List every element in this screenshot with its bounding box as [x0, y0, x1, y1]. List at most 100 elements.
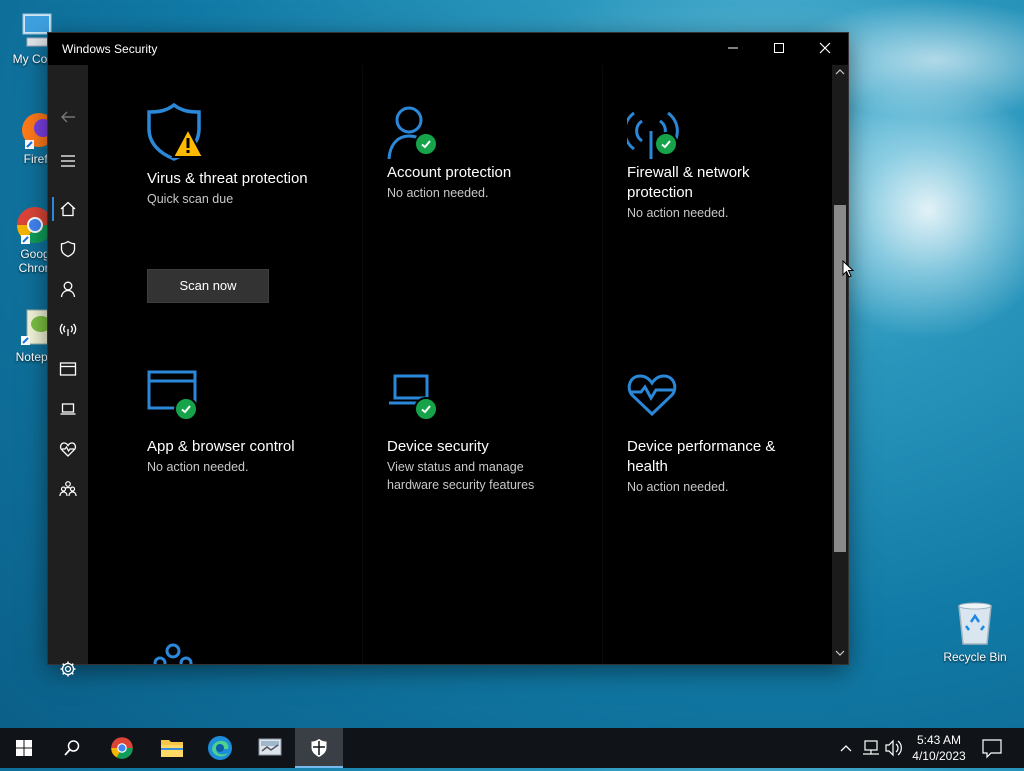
gear-icon: [60, 661, 76, 677]
maximize-button[interactable]: [756, 33, 802, 65]
start-button[interactable]: [0, 728, 48, 768]
mouse-cursor-icon: [842, 260, 854, 278]
card-account-protection[interactable]: Account protection No action needed.: [387, 103, 617, 202]
card-title: Virus & threat protection: [147, 170, 308, 187]
notification-icon: [982, 739, 1002, 759]
virus-threat-shield-icon: [147, 102, 207, 163]
nav-item-virus-threat-protection[interactable]: [48, 229, 88, 269]
recycle-bin-icon: [953, 600, 997, 646]
account-person-icon: [387, 103, 447, 163]
card-status: No action needed.: [387, 186, 489, 200]
close-button[interactable]: [802, 33, 848, 65]
card-firewall-network-protection[interactable]: Firewall & network protection No action n…: [623, 103, 832, 222]
card-title: Firewall & network protection: [627, 164, 750, 201]
back-button[interactable]: [48, 97, 88, 137]
title-bar[interactable]: Windows Security: [48, 33, 848, 65]
heart-pulse-icon: [627, 368, 687, 428]
nav-item-settings[interactable]: [48, 649, 88, 689]
card-status: Quick scan due: [147, 192, 234, 206]
taskbar-search-button[interactable]: [48, 728, 96, 768]
nav-item-account-protection[interactable]: [48, 269, 88, 309]
maximize-icon: [774, 43, 784, 53]
navigation-rail: [48, 65, 88, 677]
warning-icon: [171, 127, 205, 158]
nav-item-family-options[interactable]: [48, 469, 88, 509]
nav-item-firewall[interactable]: [48, 309, 88, 349]
card-family-options[interactable]: [147, 640, 207, 664]
status-ok-icon: [654, 132, 678, 156]
desktop-icon-recycle-bin[interactable]: Recycle Bin: [938, 600, 1012, 664]
family-icon: [59, 481, 77, 497]
vertical-scrollbar[interactable]: [832, 65, 848, 664]
card-status: No action needed.: [627, 480, 729, 494]
clock-date: 4/10/2023: [912, 749, 966, 763]
laptop-icon: [387, 368, 447, 428]
minimize-icon: [728, 47, 738, 49]
minimize-button[interactable]: [710, 33, 756, 65]
taskbar-chrome[interactable]: [98, 728, 146, 768]
window-title: Windows Security: [62, 42, 158, 56]
scroll-down-button[interactable]: [832, 648, 848, 662]
home-dashboard: Virus & threat protection Quick scan due…: [88, 65, 832, 664]
chevron-up-icon: [840, 745, 852, 752]
status-ok-icon: [414, 397, 438, 421]
taskbar-windows-security[interactable]: [295, 728, 343, 768]
laptop-icon: [60, 403, 76, 415]
volume-icon: [885, 739, 902, 757]
card-title: Account protection: [387, 164, 512, 181]
close-icon: [819, 42, 831, 54]
card-app-browser-control[interactable]: App & browser control No action needed.: [147, 368, 377, 476]
firewall-antenna-icon: [623, 103, 687, 163]
antenna-icon: [59, 323, 77, 336]
tray-show-hidden-button[interactable]: [838, 728, 854, 768]
status-ok-icon: [174, 397, 198, 421]
card-status: No action needed.: [147, 460, 249, 474]
tray-volume-button[interactable]: [884, 728, 904, 768]
nav-item-app-browser-control[interactable]: [48, 349, 88, 389]
taskbar-app[interactable]: [246, 728, 294, 768]
tray-network-button[interactable]: [862, 728, 882, 768]
windows-security-window: Windows Security Virus & threat protecti…: [48, 33, 848, 677]
taskbar-edge[interactable]: [196, 728, 244, 768]
nav-item-device-security[interactable]: [48, 389, 88, 429]
action-center-button[interactable]: [980, 728, 1004, 768]
scroll-up-button[interactable]: [832, 67, 848, 81]
card-title: App & browser control: [147, 438, 295, 455]
heart-pulse-icon: [59, 442, 77, 457]
scan-now-button[interactable]: Scan now: [147, 269, 269, 303]
taskbar-file-explorer[interactable]: [148, 728, 196, 768]
search-icon: [64, 740, 80, 756]
nav-item-device-performance[interactable]: [48, 429, 88, 469]
browser-window-icon: [59, 362, 77, 376]
card-device-security[interactable]: Device security View status and manage ha…: [387, 368, 617, 494]
chrome-icon: [111, 737, 133, 759]
edge-icon: [208, 736, 232, 760]
chevron-down-icon: [835, 650, 845, 656]
card-status: No action needed.: [627, 206, 729, 220]
taskbar: 5:43 AM 4/10/2023: [0, 728, 1024, 768]
home-icon: [60, 201, 76, 217]
card-title: Device performance & health: [627, 438, 776, 475]
shield-icon: [311, 739, 327, 757]
nav-item-home[interactable]: [48, 189, 88, 229]
taskbar-clock[interactable]: 5:43 AM 4/10/2023: [904, 732, 974, 764]
family-icon: [153, 643, 193, 664]
card-title: Device security: [387, 438, 489, 455]
card-device-performance-health[interactable]: Device performance & health No action nee…: [627, 368, 832, 496]
shield-icon: [60, 240, 76, 258]
browser-window-icon: [147, 368, 207, 428]
status-ok-icon: [414, 132, 438, 156]
recycle-bin-label: Recycle Bin: [943, 650, 1007, 664]
menu-button[interactable]: [48, 141, 88, 181]
back-arrow-icon: [61, 111, 75, 123]
card-status: View status and manage hardware security …: [387, 460, 535, 492]
clock-time: 5:43 AM: [916, 733, 962, 747]
hamburger-menu-icon: [61, 155, 75, 167]
scrollbar-thumb[interactable]: [834, 205, 846, 552]
chevron-up-icon: [835, 69, 845, 75]
desktop-wave-foam: [840, 80, 1024, 340]
app-icon: [258, 738, 282, 756]
card-virus-threat-protection[interactable]: Virus & threat protection Quick scan due: [147, 102, 377, 208]
person-icon: [60, 281, 76, 298]
folder-icon: [161, 740, 183, 757]
